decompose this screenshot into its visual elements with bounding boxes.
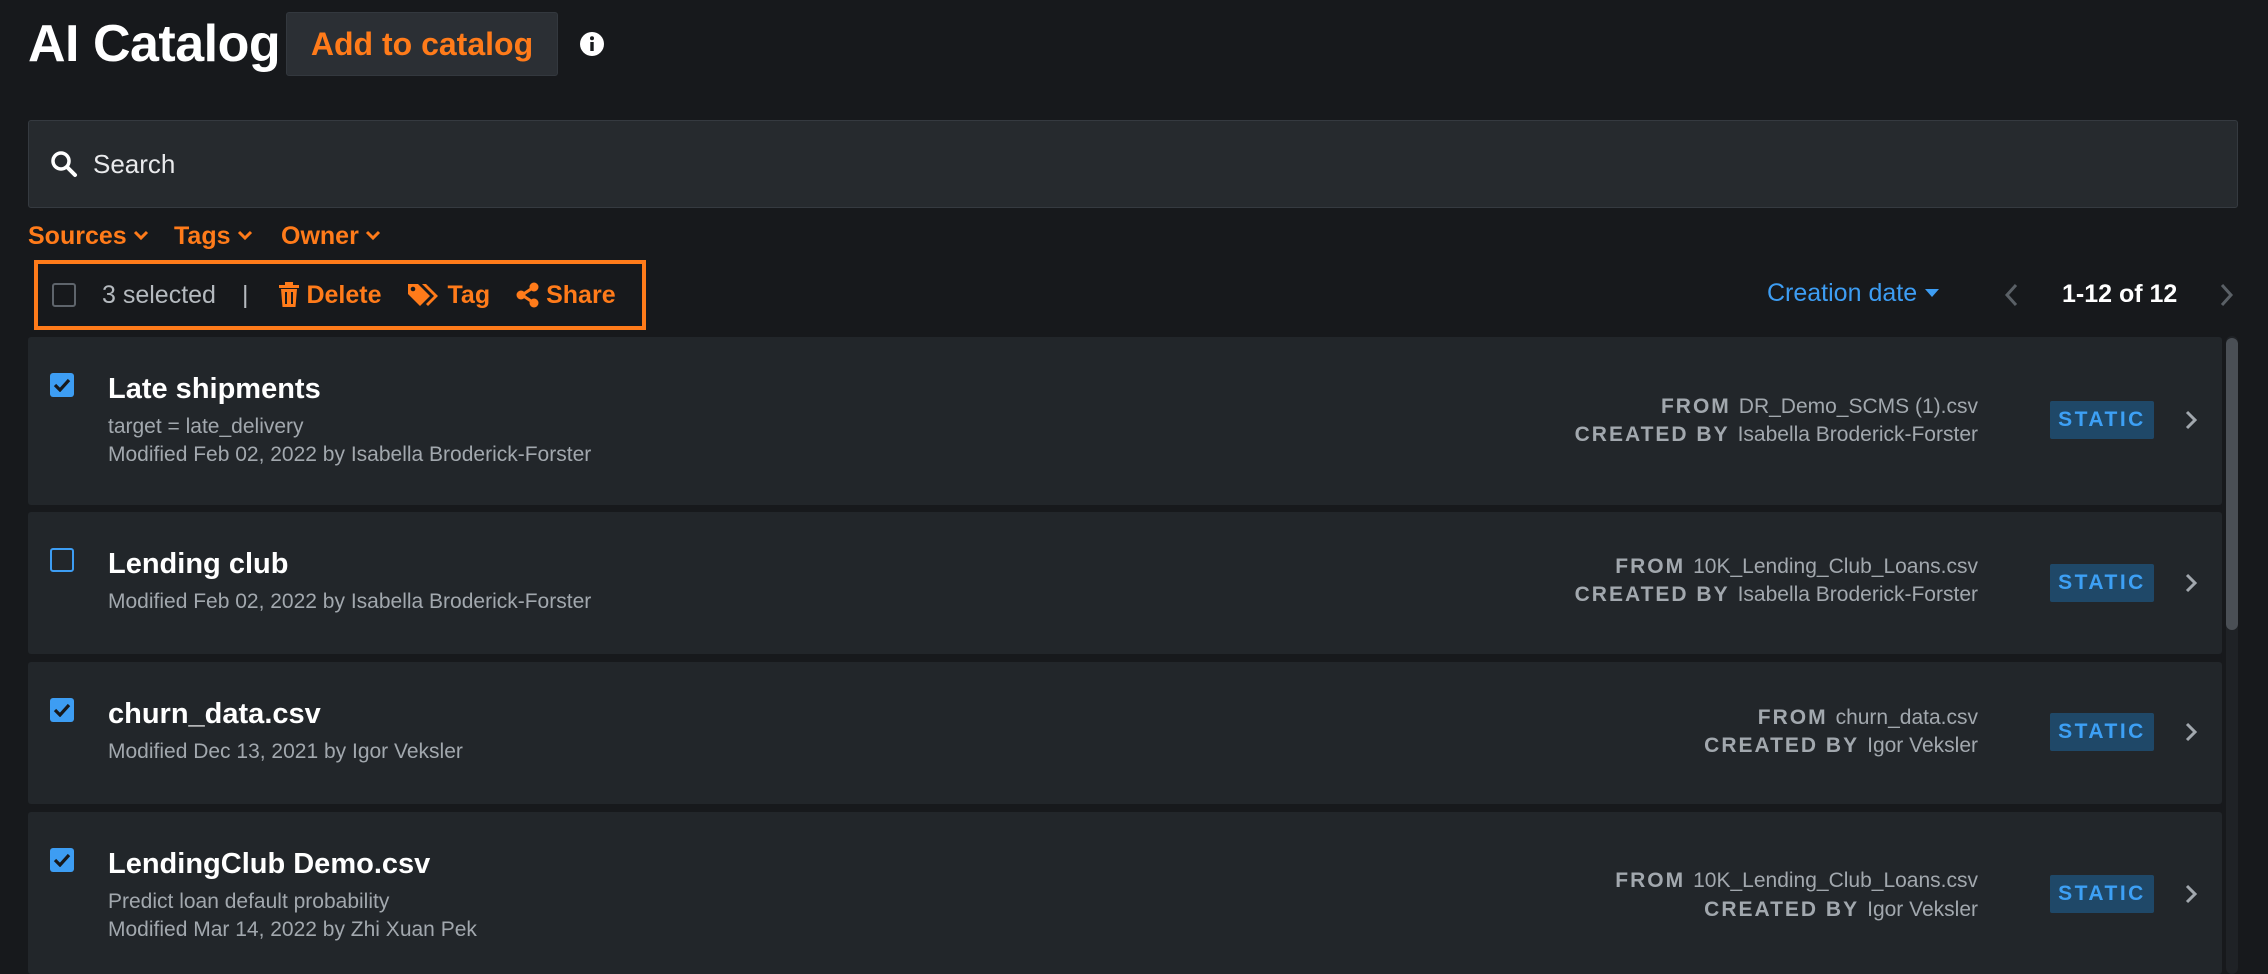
item-modified: Modified Mar 14, 2022 by Zhi Xuan Pek [108,918,477,941]
created-by-label: CREATED BY [1704,898,1860,921]
delete-button[interactable]: Delete [278,280,382,310]
from-label: FROM [1615,869,1686,892]
chevron-right-icon[interactable] [2184,572,2198,594]
item-title[interactable]: LendingClub Demo.csv [108,848,430,881]
created-by-label: CREATED BY [1704,734,1860,757]
static-badge: STATIC [2050,713,2154,751]
created-by-value: Igor Veksler [1867,734,1978,757]
from-label: FROM [1660,395,1731,418]
created-by-value: Isabella Broderick-Forster [1737,423,1978,446]
scrollbar-thumb[interactable] [2226,338,2238,630]
checkmark-icon [53,703,71,717]
item-checkbox[interactable] [50,373,74,397]
from-value: DR_Demo_SCMS (1).csv [1738,395,1978,418]
chevron-down-icon [237,230,252,241]
chevron-right-icon[interactable] [2184,883,2198,905]
item-modified: Modified Dec 13, 2021 by Igor Veksler [108,740,463,763]
sources-filter[interactable]: Sources [28,218,149,254]
previous-page-button[interactable] [2000,281,2024,309]
item-creator: CREATED BY Igor Veksler [1704,734,1978,758]
share-label: Share [546,280,616,309]
item-source: FROM churn_data.csv [1758,706,1978,730]
owner-filter-label: Owner [281,221,359,250]
created-by-value: Igor Veksler [1867,898,1978,921]
chevron-right-icon[interactable] [2184,721,2198,743]
tags-filter-label: Tags [174,221,231,250]
catalog-item[interactable]: churn_data.csv Modified Dec 13, 2021 by … [28,662,2222,804]
static-badge: STATIC [2050,564,2154,602]
item-checkbox[interactable] [50,848,74,872]
checkmark-icon [53,853,71,867]
caret-down-icon [1925,289,1940,297]
item-modified: Modified Feb 02, 2022 by Isabella Broder… [108,443,592,466]
from-value: 10K_Lending_Club_Loans.csv [1693,869,1978,892]
created-by-value: Isabella Broderick-Forster [1737,583,1978,606]
item-checkbox[interactable] [50,698,74,722]
sort-label: Creation date [1767,279,1918,307]
item-creator: CREATED BY Isabella Broderick-Forster [1575,583,1978,607]
item-title[interactable]: Lending club [108,548,288,581]
info-icon[interactable] [578,30,606,58]
chevron-left-icon [2004,283,2018,307]
created-by-label: CREATED BY [1574,583,1730,606]
item-modified: Modified Feb 02, 2022 by Isabella Broder… [108,590,592,613]
bulk-action-bar: 3 selected | Delete Tag Share [34,260,646,330]
created-by-label: CREATED BY [1574,423,1730,446]
tag-button[interactable]: Tag [407,280,491,310]
static-badge: STATIC [2050,875,2154,913]
item-source: FROM 10K_Lending_Club_Loans.csv [1615,869,1978,893]
delete-label: Delete [306,280,382,309]
chevron-right-icon[interactable] [2184,409,2198,431]
item-description: Predict loan default probability [108,890,390,913]
sort-dropdown[interactable]: Creation date [1767,279,1940,308]
catalog-item[interactable]: Lending club Modified Feb 02, 2022 by Is… [28,512,2222,654]
from-value: churn_data.csv [1835,706,1978,729]
search-icon [49,149,79,179]
search-input[interactable] [91,147,2237,181]
catalog-item[interactable]: LendingClub Demo.csv Predict loan defaul… [28,812,2222,974]
chevron-down-icon [133,230,148,241]
add-to-catalog-button[interactable]: Add to catalog [286,12,558,76]
trash-icon [279,282,300,307]
sources-filter-label: Sources [28,221,127,250]
selected-count: 3 selected [102,280,216,309]
catalog-item[interactable]: Late shipments target = late_delivery Mo… [28,337,2222,505]
tag-label: Tag [447,280,491,309]
pagination-range: 1-12 of 12 [2062,280,2178,308]
static-badge: STATIC [2050,401,2154,439]
tags-filter[interactable]: Tags [174,218,253,254]
search-bar[interactable] [28,120,2238,208]
item-creator: CREATED BY Isabella Broderick-Forster [1575,423,1978,447]
item-creator: CREATED BY Igor Veksler [1704,898,1978,922]
item-checkbox[interactable] [50,548,74,572]
from-label: FROM [1757,706,1828,729]
tags-icon [407,284,438,306]
owner-filter[interactable]: Owner [281,218,381,254]
item-title[interactable]: Late shipments [108,373,321,406]
share-icon [516,282,539,308]
from-value: 10K_Lending_Club_Loans.csv [1693,555,1978,578]
chevron-down-icon [365,230,380,241]
select-all-checkbox[interactable] [52,283,76,307]
share-button[interactable]: Share [516,280,616,310]
from-label: FROM [1615,555,1686,578]
item-source: FROM DR_Demo_SCMS (1).csv [1661,395,1978,419]
item-title[interactable]: churn_data.csv [108,698,321,731]
item-source: FROM 10K_Lending_Club_Loans.csv [1615,555,1978,579]
separator: | [241,280,249,309]
page-title: AI Catalog [28,15,281,73]
next-page-button[interactable] [2214,281,2238,309]
chevron-right-icon [2220,283,2234,307]
item-description: target = late_delivery [108,415,304,438]
checkmark-icon [53,378,71,392]
